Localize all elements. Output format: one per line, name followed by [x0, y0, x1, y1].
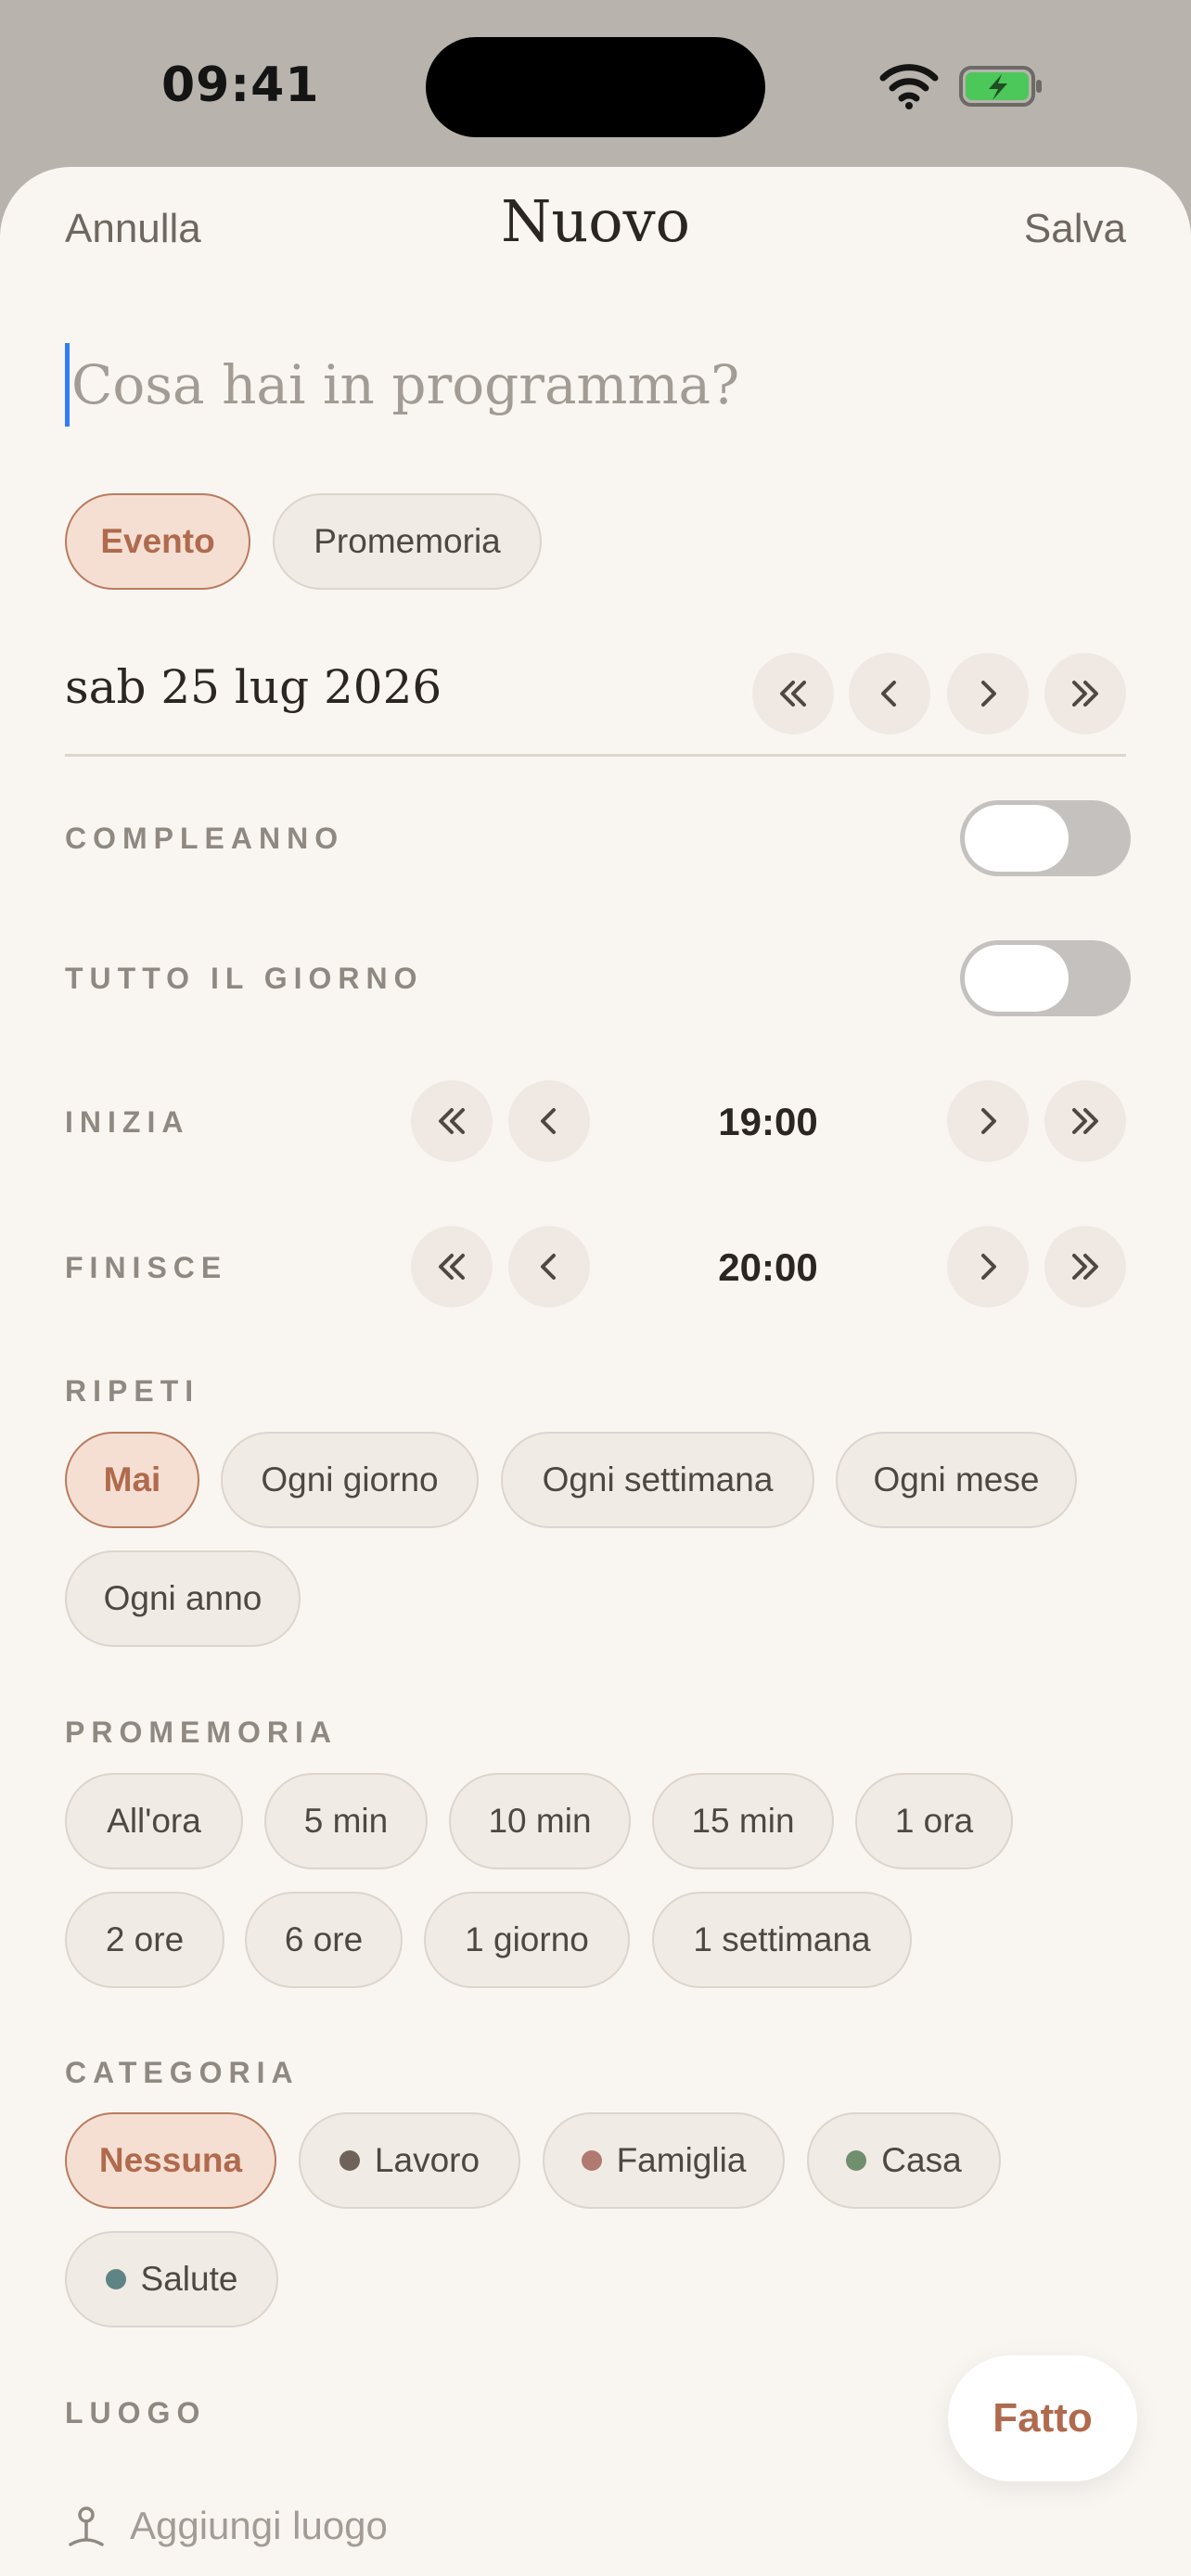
reminder-option[interactable]: 10 min — [449, 1773, 631, 1869]
date-label: sab 25 lug 2026 — [65, 660, 442, 714]
date-next-fast-button[interactable] — [1044, 653, 1126, 734]
category-chip-label: Nessuna — [98, 2141, 243, 2179]
location-pin-icon — [69, 2506, 104, 2546]
double-chevron-left-icon — [439, 1108, 465, 1134]
reminder-option[interactable]: 1 settimana — [652, 1892, 912, 1988]
category-color-dot — [339, 2150, 360, 2171]
wifi-icon — [879, 64, 939, 109]
all-day-label: TUTTO IL GIORNO — [65, 962, 424, 995]
chevron-right-icon — [981, 1108, 996, 1134]
category-chip-nessuna[interactable]: Nessuna — [65, 2112, 276, 2209]
category-chip-label: Casa — [881, 2141, 962, 2179]
category-chip-label: Famiglia — [616, 2141, 747, 2179]
status-time: 09:41 — [161, 57, 320, 113]
end-minus-fast-button[interactable] — [411, 1226, 493, 1307]
double-chevron-left-icon — [780, 681, 806, 707]
reminder-option[interactable]: 6 ore — [245, 1892, 403, 1988]
end-plus-fast-button[interactable] — [1044, 1226, 1126, 1307]
chevron-left-icon — [541, 1254, 556, 1280]
category-label: CATEGORIA — [65, 2056, 300, 2089]
save-button[interactable]: Salva — [1024, 206, 1126, 252]
dynamic-island — [426, 37, 765, 137]
end-label: FINISCE — [65, 1251, 228, 1284]
start-minus-button[interactable] — [508, 1080, 590, 1162]
double-chevron-right-icon — [1072, 1108, 1098, 1134]
reminder-option[interactable]: All'ora — [65, 1773, 243, 1869]
reminder-option[interactable]: 5 min — [264, 1773, 428, 1869]
add-location-field[interactable]: Aggiungi luogo — [130, 2504, 388, 2548]
start-label: INIZIA — [65, 1105, 190, 1139]
end-plus-button[interactable] — [947, 1226, 1029, 1307]
repeat-option[interactable]: Mai — [65, 1432, 199, 1528]
repeat-label: RIPETI — [65, 1374, 200, 1408]
category-chip-famiglia[interactable]: Famiglia — [543, 2112, 785, 2209]
repeat-option[interactable]: Ogni settimana — [501, 1432, 814, 1528]
double-chevron-right-icon — [1072, 1254, 1098, 1280]
start-time-value[interactable]: 19:00 — [629, 1100, 907, 1144]
start-plus-button[interactable] — [947, 1080, 1029, 1162]
category-color-dot — [105, 2269, 126, 2289]
double-chevron-right-icon — [1072, 681, 1098, 707]
type-promemoria-chip[interactable]: Promemoria — [273, 493, 542, 590]
toggle-knob — [965, 945, 1069, 1012]
location-label: LUOGO — [65, 2396, 207, 2429]
repeat-option[interactable]: Ogni mese — [836, 1432, 1077, 1528]
end-minus-button[interactable] — [508, 1226, 590, 1307]
reminder-label: PROMEMORIA — [65, 1715, 338, 1749]
start-plus-fast-button[interactable] — [1044, 1080, 1126, 1162]
date-divider — [65, 754, 1126, 757]
repeat-option[interactable]: Ogni anno — [65, 1550, 301, 1647]
chevron-left-icon — [541, 1108, 556, 1134]
category-color-dot — [581, 2150, 602, 2171]
all-day-toggle[interactable] — [960, 940, 1131, 1016]
new-event-sheet: Annulla Nuovo Salva Evento Promemoria sa… — [0, 167, 1191, 2576]
reminder-option[interactable]: 15 min — [652, 1773, 834, 1869]
done-button[interactable]: Fatto — [948, 2355, 1137, 2481]
category-chip-casa[interactable]: Casa — [807, 2112, 1001, 2209]
battery-charging-icon — [959, 66, 1042, 107]
birthday-label: COMPLEANNO — [65, 822, 345, 855]
category-chip-label: Lavoro — [374, 2141, 480, 2179]
category-chip-lavoro[interactable]: Lavoro — [299, 2112, 520, 2209]
reminder-option[interactable]: 2 ore — [65, 1892, 224, 1988]
birthday-toggle[interactable] — [960, 800, 1131, 876]
double-chevron-left-icon — [439, 1254, 465, 1280]
chevron-right-icon — [981, 1254, 996, 1280]
chevron-right-icon — [981, 681, 996, 707]
end-time-value[interactable]: 20:00 — [629, 1245, 907, 1290]
date-prev-button[interactable] — [849, 653, 930, 734]
sheet-title: Nuovo — [501, 187, 690, 255]
reminder-option[interactable]: 1 ora — [855, 1773, 1013, 1869]
reminder-option[interactable]: 1 giorno — [424, 1892, 630, 1988]
date-next-button[interactable] — [947, 653, 1029, 734]
category-color-dot — [846, 2150, 867, 2171]
category-chip-label: Salute — [140, 2260, 238, 2298]
event-title-input[interactable] — [65, 343, 1122, 427]
type-evento-chip[interactable]: Evento — [65, 493, 250, 590]
start-minus-fast-button[interactable] — [411, 1080, 493, 1162]
chevron-left-icon — [881, 681, 896, 707]
repeat-option[interactable]: Ogni giorno — [221, 1432, 479, 1528]
toggle-knob — [965, 805, 1069, 872]
date-prev-fast-button[interactable] — [752, 653, 834, 734]
category-chip-salute[interactable]: Salute — [65, 2231, 278, 2327]
